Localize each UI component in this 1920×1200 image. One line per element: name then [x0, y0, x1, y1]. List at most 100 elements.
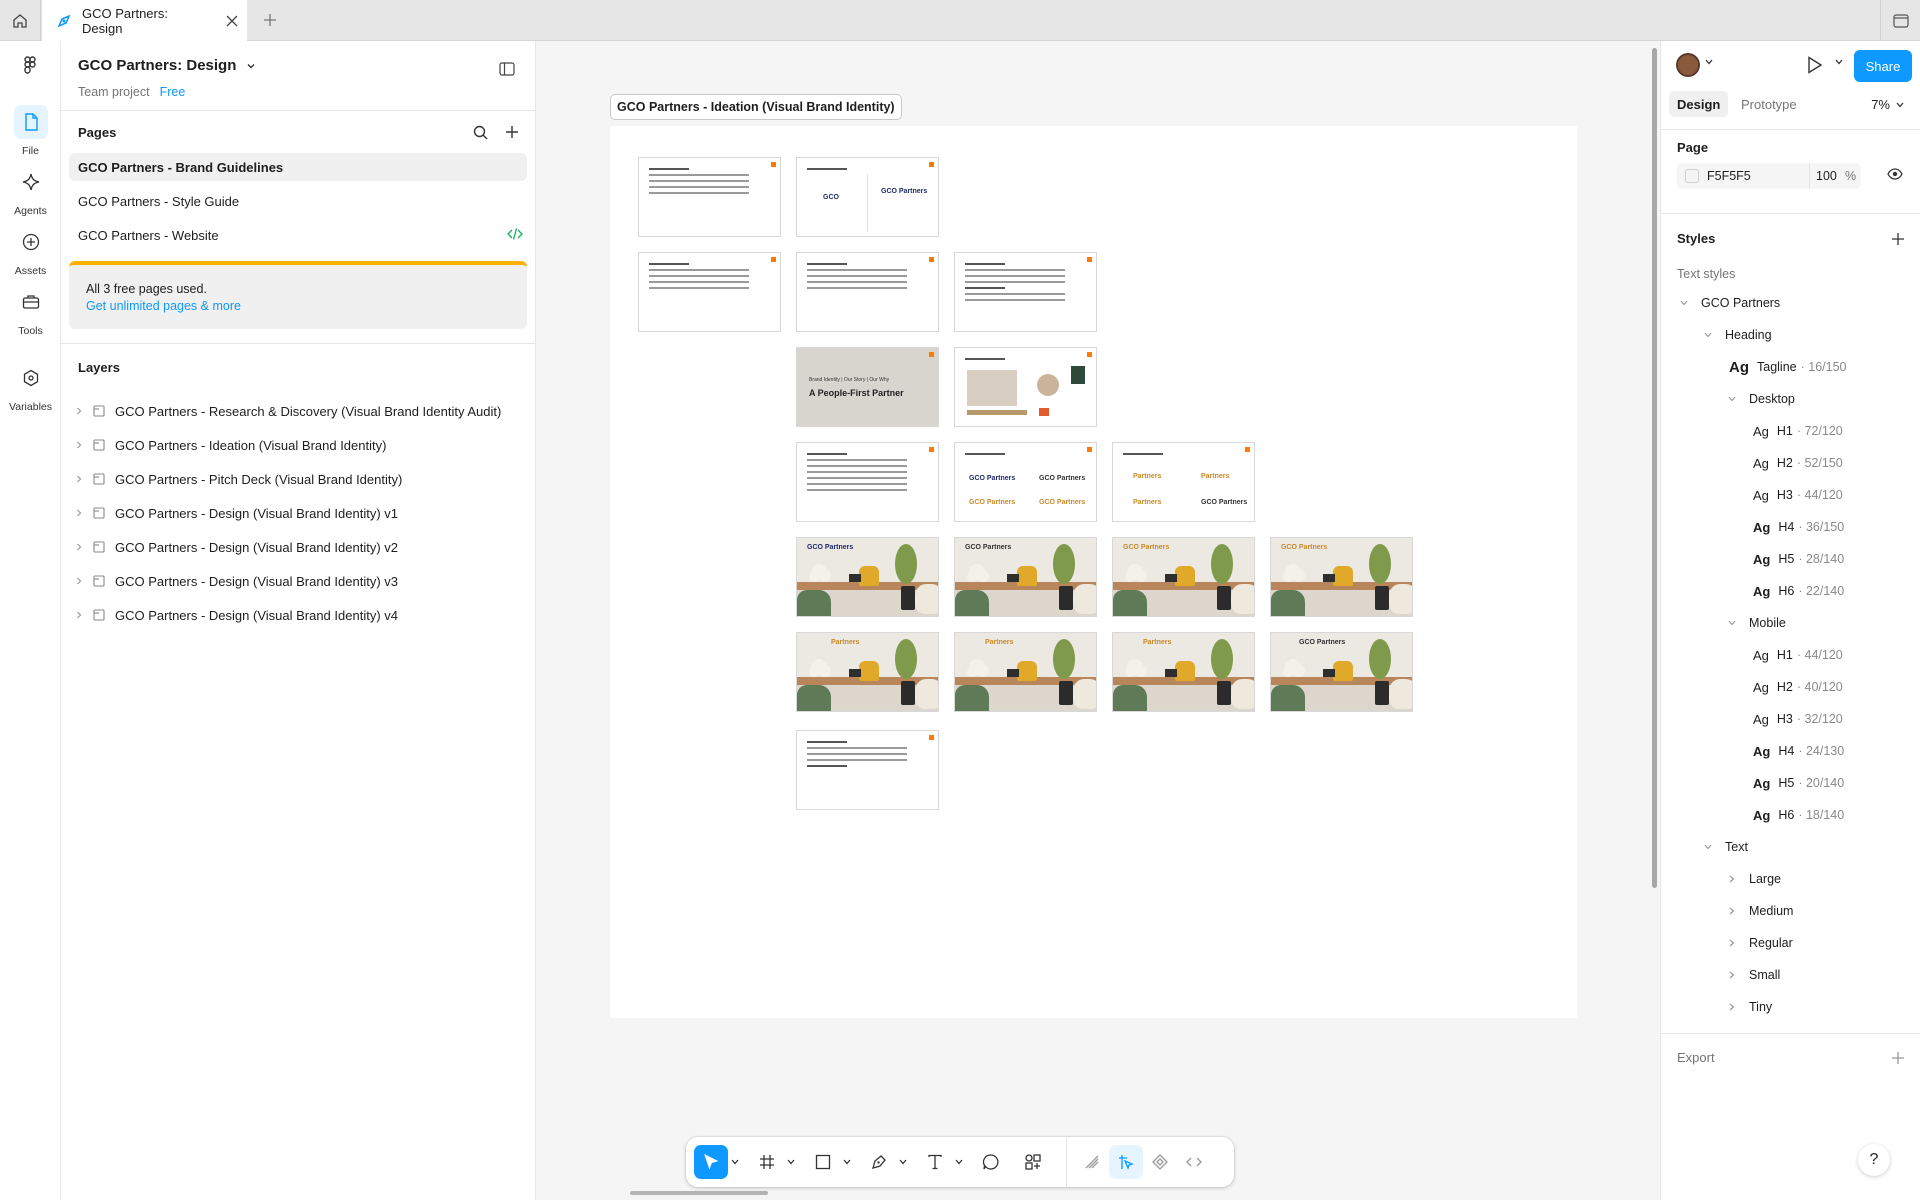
- file-name-menu[interactable]: GCO Partners: Design: [78, 57, 256, 74]
- photo-slide[interactable]: GCO Partners: [1112, 537, 1255, 617]
- tab-close-button[interactable]: [217, 6, 247, 36]
- slide-thumbnail[interactable]: GCO GCO Partners: [796, 157, 939, 237]
- collapse-sidebar-button[interactable]: [493, 55, 521, 83]
- plan-badge[interactable]: Free: [160, 85, 186, 99]
- chevron-down-icon[interactable]: [1705, 59, 1713, 65]
- text-style-item[interactable]: Ag H4 · 24/130: [1753, 738, 1844, 764]
- text-style-item[interactable]: Ag H6 · 22/140: [1753, 578, 1844, 604]
- tab-prototype[interactable]: Prototype: [1733, 91, 1805, 117]
- text-tool-menu[interactable]: [952, 1145, 966, 1179]
- style-folder[interactable]: Text: [1701, 834, 1748, 860]
- text-tool-button[interactable]: [918, 1145, 952, 1179]
- dev-mode-button[interactable]: [1177, 1145, 1211, 1179]
- style-folder[interactable]: Large: [1725, 866, 1781, 892]
- text-style-item[interactable]: Ag H5 · 28/140: [1753, 546, 1844, 572]
- chevron-right-icon[interactable]: [71, 505, 87, 521]
- sidebar-toggle-right[interactable]: [1880, 0, 1920, 41]
- layer-row[interactable]: GCO Partners - Research & Discovery (Vis…: [61, 394, 535, 428]
- text-style-item[interactable]: Ag H6 · 18/140: [1753, 802, 1844, 828]
- photo-slide[interactable]: GCO Partners: [1270, 537, 1413, 617]
- slide-thumbnail[interactable]: [796, 730, 939, 810]
- pen-tool-button[interactable]: [862, 1145, 896, 1179]
- horizontal-scrollbar[interactable]: [630, 1191, 768, 1195]
- chevron-right-icon[interactable]: [71, 403, 87, 419]
- draw-mode-button[interactable]: [1075, 1145, 1109, 1179]
- style-folder[interactable]: Tiny: [1725, 994, 1772, 1020]
- style-folder[interactable]: Mobile: [1725, 610, 1786, 636]
- photo-slide[interactable]: Partners: [954, 632, 1097, 712]
- frame-tool-menu[interactable]: [784, 1145, 798, 1179]
- page-item[interactable]: GCO Partners - Website: [69, 221, 527, 249]
- page-item[interactable]: GCO Partners - Brand Guidelines: [69, 153, 527, 181]
- rail-file[interactable]: File: [0, 105, 61, 157]
- slide-thumbnail[interactable]: Partners Partners Partners GCO Partners: [1112, 442, 1255, 522]
- section-frame[interactable]: GCO GCO Partners Brand Identity | Our Sto…: [610, 126, 1577, 1018]
- actions-button[interactable]: [1016, 1145, 1050, 1179]
- layer-row[interactable]: GCO Partners - Design (Visual Brand Iden…: [61, 598, 535, 632]
- plus-icon[interactable]: [1891, 232, 1905, 246]
- style-folder[interactable]: Desktop: [1725, 386, 1795, 412]
- comment-tool-button[interactable]: [974, 1145, 1008, 1179]
- text-style-item[interactable]: Ag H2 · 40/120: [1753, 674, 1843, 700]
- chevron-right-icon[interactable]: [71, 437, 87, 453]
- text-style-item[interactable]: Ag H1 · 72/120: [1753, 418, 1843, 444]
- layer-row[interactable]: GCO Partners - Design (Visual Brand Iden…: [61, 564, 535, 598]
- chevron-right-icon[interactable]: [71, 539, 87, 555]
- add-page-button[interactable]: [499, 119, 525, 145]
- photo-slide[interactable]: Partners: [1112, 632, 1255, 712]
- style-folder[interactable]: Small: [1725, 962, 1780, 988]
- slide-thumbnail[interactable]: [638, 252, 781, 332]
- style-folder[interactable]: Heading: [1701, 322, 1772, 348]
- text-style-item[interactable]: Ag H5 · 20/140: [1753, 770, 1844, 796]
- upgrade-link[interactable]: Get unlimited pages & more: [86, 298, 510, 315]
- shape-tool-menu[interactable]: [840, 1145, 854, 1179]
- layer-row[interactable]: GCO Partners - Pitch Deck (Visual Brand …: [61, 462, 535, 496]
- canvas[interactable]: GCO Partners - Ideation (Visual Brand Id…: [537, 41, 1657, 1200]
- search-pages-button[interactable]: [467, 119, 493, 145]
- style-folder[interactable]: Regular: [1725, 930, 1793, 956]
- rail-tools[interactable]: Tools: [0, 285, 61, 337]
- file-tab[interactable]: GCO Partners: Design: [42, 0, 247, 41]
- shape-tool-button[interactable]: [806, 1145, 840, 1179]
- style-folder[interactable]: Medium: [1725, 898, 1793, 924]
- eye-icon[interactable]: [1887, 168, 1903, 180]
- slide-thumbnail[interactable]: GCO Partners GCO Partners GCO Partners GCO…: [954, 442, 1097, 522]
- layer-row[interactable]: GCO Partners - Ideation (Visual Brand Id…: [61, 428, 535, 462]
- text-style-item[interactable]: Ag H1 · 44/120: [1753, 642, 1843, 668]
- text-style-item[interactable]: Ag H3 · 44/120: [1753, 482, 1843, 508]
- slide-thumbnail[interactable]: Brand Identity | Our Story | Our Why A Pe…: [796, 347, 939, 427]
- photo-slide[interactable]: Partners: [796, 632, 939, 712]
- share-button[interactable]: Share: [1854, 50, 1912, 82]
- text-style-item[interactable]: Ag H2 · 52/150: [1753, 450, 1843, 476]
- frame-tool-button[interactable]: [750, 1145, 784, 1179]
- design-mode-button[interactable]: [1109, 1145, 1143, 1179]
- page-fill-field[interactable]: F5F5F5 100 %: [1677, 163, 1861, 189]
- layer-row[interactable]: GCO Partners - Design (Visual Brand Iden…: [61, 496, 535, 530]
- text-style-item[interactable]: Ag Tagline · 16/150: [1729, 354, 1847, 380]
- avatar[interactable]: [1676, 53, 1700, 77]
- rail-agents[interactable]: Agents: [0, 165, 61, 217]
- home-button[interactable]: [0, 0, 41, 41]
- page-item[interactable]: GCO Partners - Style Guide: [69, 187, 527, 215]
- slide-thumbnail[interactable]: [796, 442, 939, 522]
- tab-design[interactable]: Design: [1669, 91, 1729, 117]
- fill-swatch[interactable]: [1685, 169, 1699, 183]
- section-label[interactable]: GCO Partners - Ideation (Visual Brand Id…: [610, 94, 902, 120]
- help-button[interactable]: ?: [1858, 1144, 1890, 1176]
- text-style-item[interactable]: Ag H4 · 36/150: [1753, 514, 1844, 540]
- rail-variables[interactable]: Variables: [0, 361, 61, 413]
- layer-row[interactable]: GCO Partners - Design (Visual Brand Iden…: [61, 530, 535, 564]
- chevron-right-icon[interactable]: [71, 471, 87, 487]
- chevron-right-icon[interactable]: [71, 573, 87, 589]
- text-style-item[interactable]: Ag H3 · 32/120: [1753, 706, 1843, 732]
- figma-logo-icon[interactable]: [19, 55, 41, 77]
- slide-thumbnail[interactable]: [954, 252, 1097, 332]
- vertical-scrollbar[interactable]: [1652, 48, 1657, 888]
- style-group[interactable]: GCO Partners: [1677, 290, 1780, 316]
- component-mode-button[interactable]: [1143, 1145, 1177, 1179]
- pen-tool-menu[interactable]: [896, 1145, 910, 1179]
- slide-thumbnail[interactable]: [638, 157, 781, 237]
- photo-slide[interactable]: GCO Partners: [954, 537, 1097, 617]
- fill-hex[interactable]: F5F5F5: [1707, 169, 1809, 183]
- move-tool-menu[interactable]: [728, 1145, 742, 1179]
